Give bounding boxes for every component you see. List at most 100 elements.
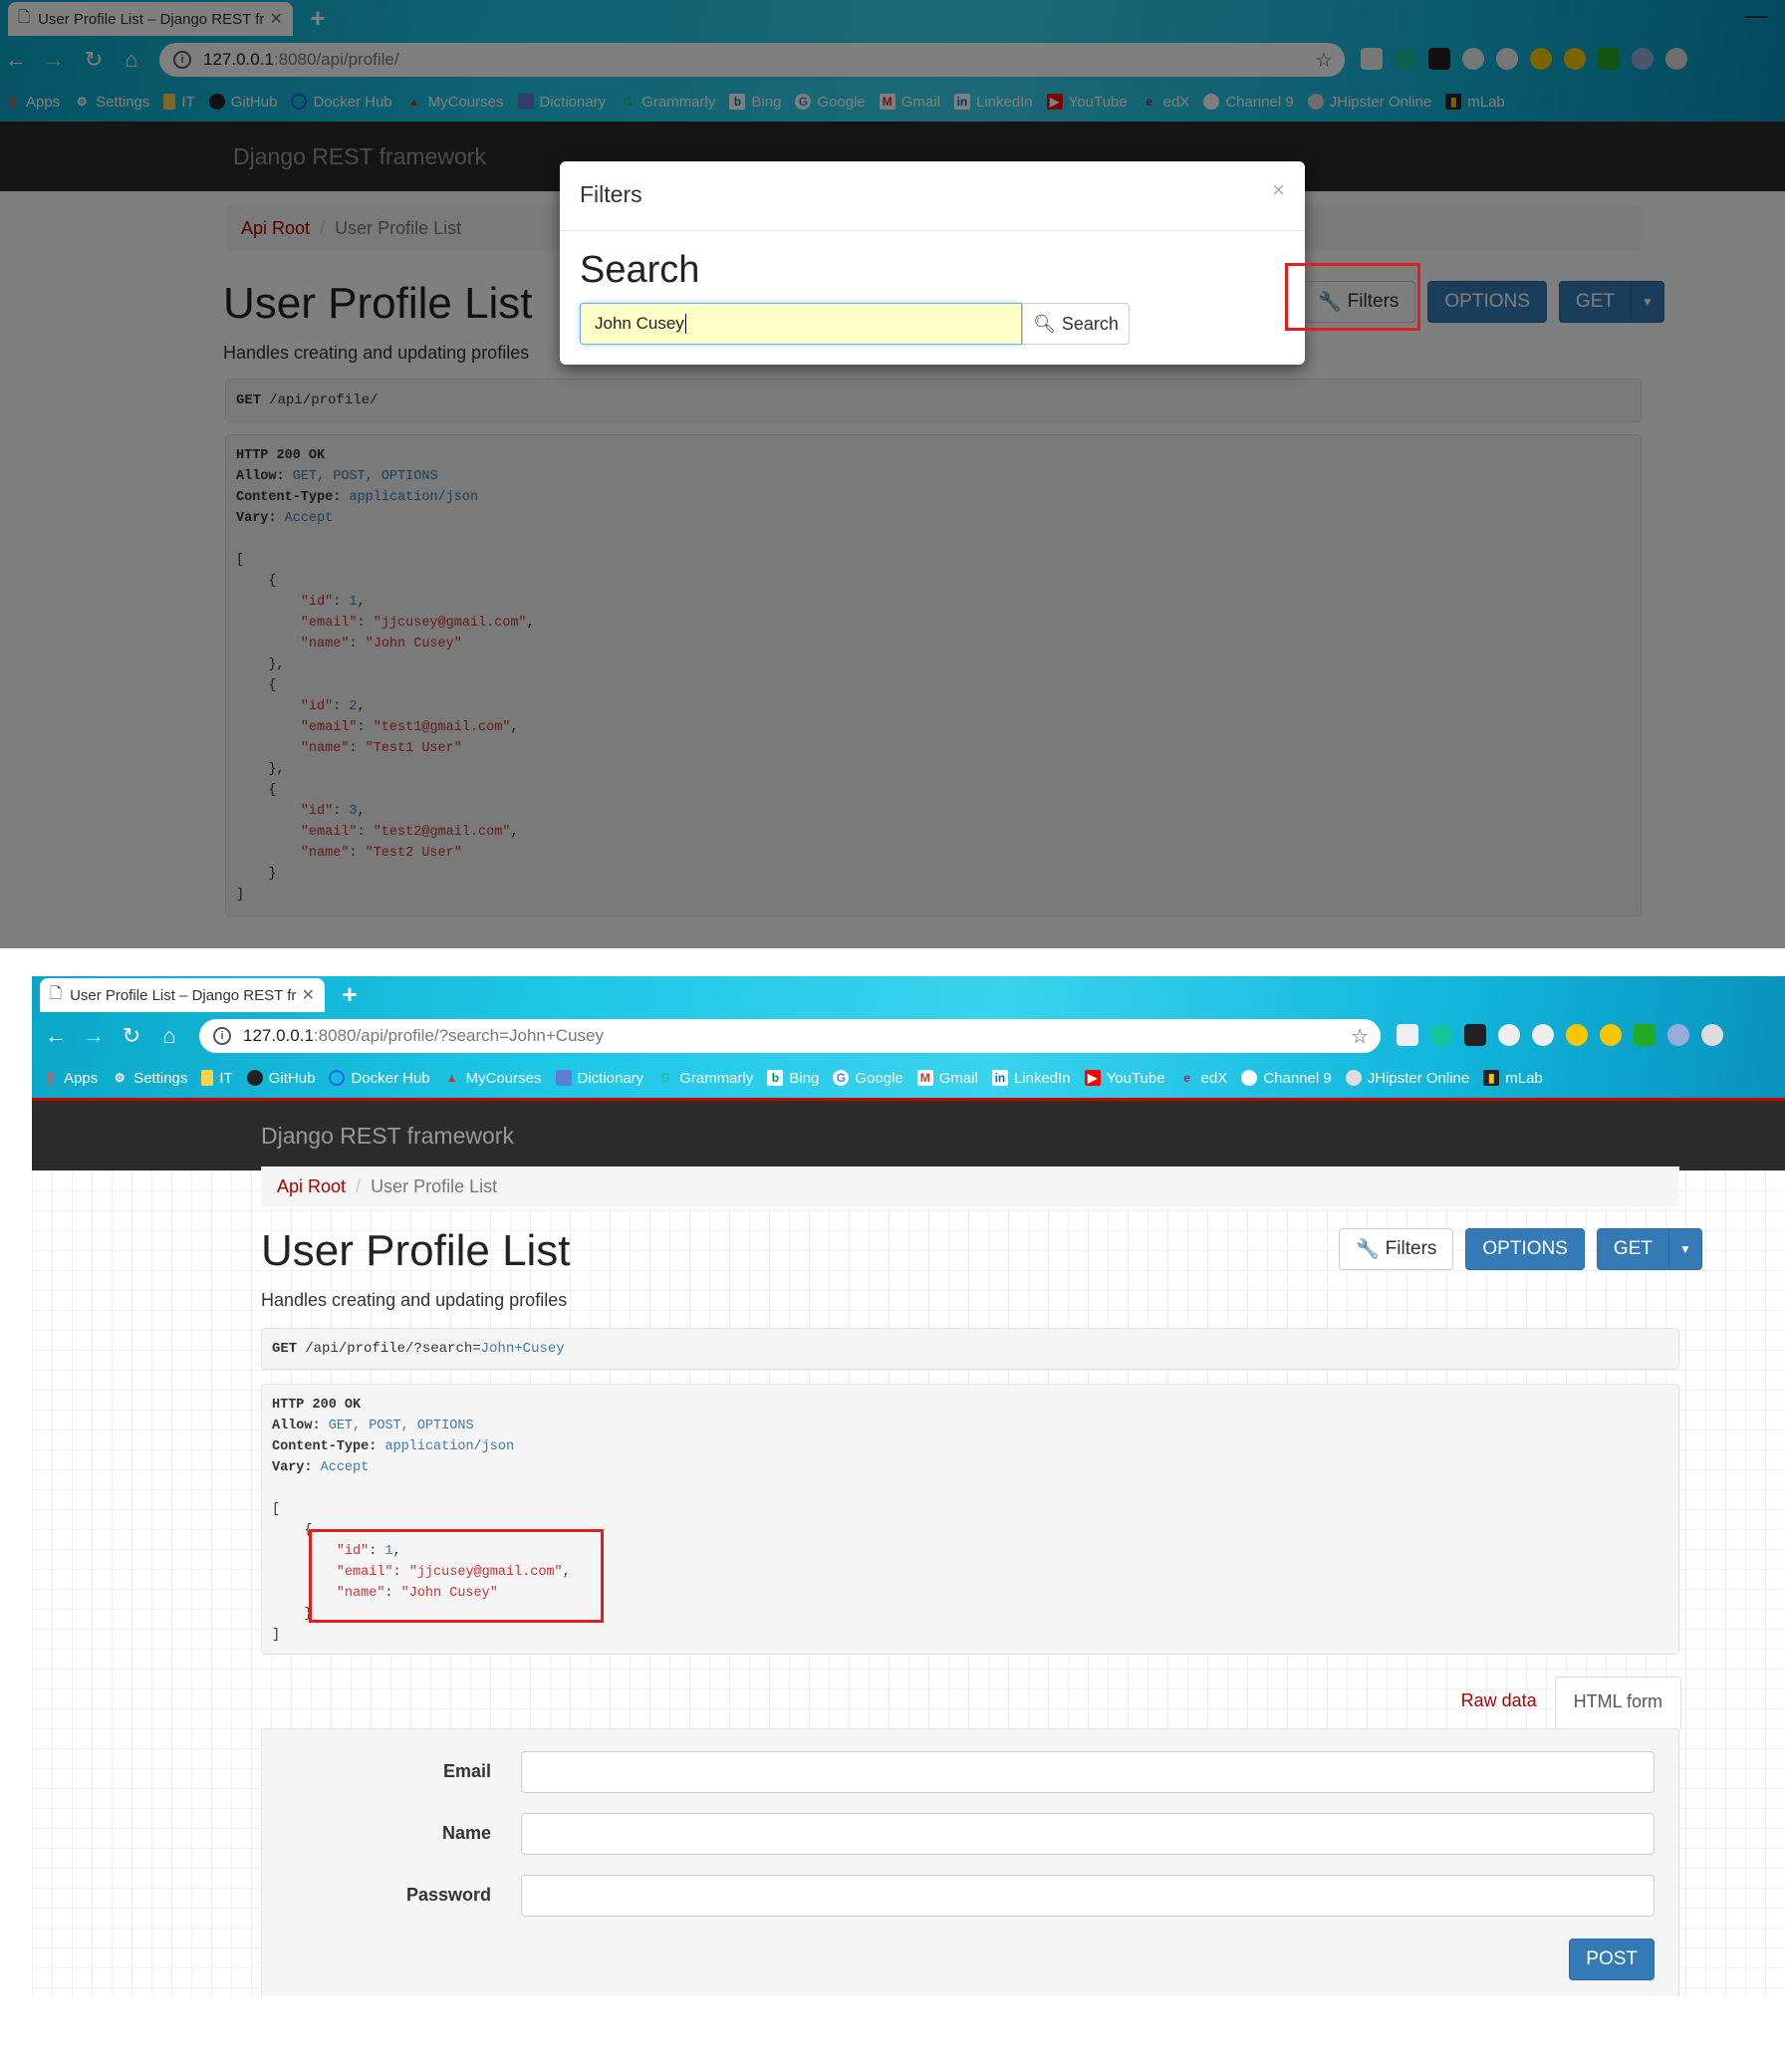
wrench-icon: 🔧 <box>1356 1239 1380 1260</box>
info-icon[interactable]: i <box>213 1027 231 1045</box>
search-button[interactable]: 🔍︎ Search <box>1022 303 1130 345</box>
bookmark-bing[interactable]: bBing <box>767 1070 819 1087</box>
get-button-group: GET▼ <box>1596 1228 1702 1270</box>
tab-strip: 🗋 User Profile List – Django REST fr ✕ + <box>32 976 1785 1012</box>
page-title: User Profile List <box>261 1226 571 1275</box>
navbar: Django REST framework <box>32 1101 1785 1170</box>
bookmark-mlab[interactable]: ▮mLab <box>1483 1070 1543 1087</box>
bookmark-github[interactable]: GitHub <box>246 1070 315 1087</box>
post-form: Email Name Password POST <box>261 1728 1679 1996</box>
caret-down-icon[interactable]: ▼ <box>1669 1242 1701 1256</box>
bookmark-channel-9[interactable]: Channel 9 <box>1241 1070 1332 1087</box>
folder-icon <box>201 1070 214 1086</box>
back-icon[interactable]: ← <box>42 1022 70 1050</box>
tab-html-form[interactable]: HTML form <box>1554 1677 1681 1728</box>
url-host: 127.0.0.1 <box>243 1026 314 1045</box>
gear-icon: ⚙ <box>114 1071 126 1085</box>
browser-chrome: 🗋 User Profile List – Django REST fr ✕ +… <box>32 976 1785 1098</box>
bookmark-dictionary[interactable]: Dictionary <box>555 1070 643 1087</box>
breadcrumb-root-link[interactable]: Api Root <box>277 1176 346 1197</box>
request-query: John+Cusey <box>480 1341 565 1357</box>
apps-grid-icon: ⣿ <box>45 1071 55 1085</box>
get-button[interactable]: GET <box>1598 1229 1669 1269</box>
page-description: Handles creating and updating profiles <box>261 1290 568 1310</box>
new-tab-button[interactable]: + <box>335 979 365 1009</box>
search-input-value: John Cusey <box>595 314 684 333</box>
extension-icon[interactable] <box>1566 1024 1588 1046</box>
response-status: HTTP 200 OK <box>272 1398 362 1413</box>
extension-icon[interactable] <box>1667 1024 1689 1046</box>
allow-value: GET, POST, OPTIONS <box>328 1419 474 1433</box>
extension-icon[interactable] <box>1532 1024 1554 1046</box>
mlab-icon: ▮ <box>1483 1070 1500 1086</box>
grammarly-icon[interactable] <box>1430 1024 1452 1046</box>
address-bar[interactable]: i 127.0.0.1:8080/api/profile/?search=Joh… <box>199 1019 1381 1053</box>
bookmarks-bar: ⣿Apps ⚙Settings IT GitHub Docker Hub ▲My… <box>32 1060 1785 1096</box>
screenshot-before: 🗋 User Profile List – Django REST fr ✕ +… <box>0 0 1785 948</box>
breadcrumb: Api Root / User Profile List <box>261 1166 1679 1206</box>
search-input[interactable]: John Cusey <box>580 303 1022 345</box>
bookmark-jhipster[interactable]: JHipster Online <box>1345 1070 1469 1087</box>
bookmark-grammarly[interactable]: GGrammarly <box>657 1070 754 1087</box>
docker-icon <box>329 1070 346 1086</box>
highlight-box-result <box>309 1529 604 1623</box>
browser-tab[interactable]: 🗋 User Profile List – Django REST fr ✕ <box>40 978 325 1012</box>
content-type-key: Content-Type: <box>272 1439 378 1454</box>
tab-raw-data[interactable]: Raw data <box>1443 1677 1555 1728</box>
post-button[interactable]: POST <box>1569 1939 1655 1980</box>
dictionary-icon <box>555 1070 572 1086</box>
youtube-icon: ▶ <box>1084 1070 1101 1086</box>
bookmark-settings[interactable]: ⚙Settings <box>112 1070 188 1087</box>
extension-icon[interactable] <box>1464 1024 1486 1046</box>
modal-header: Filters × <box>560 161 1305 231</box>
form-tabs: Raw data HTML form <box>1443 1677 1681 1728</box>
bookmark-gmail[interactable]: MGmail <box>916 1070 978 1087</box>
name-field[interactable] <box>521 1813 1655 1855</box>
filters-modal: Filters × Search John Cusey 🔍︎ Search <box>560 161 1305 365</box>
content-type-value: application/json <box>384 1439 515 1454</box>
extension-icons <box>1397 1024 1723 1046</box>
breadcrumb-current: User Profile List <box>371 1175 498 1196</box>
bookmark-edx[interactable]: eedX <box>1179 1070 1227 1087</box>
close-icon[interactable]: × <box>1272 177 1285 203</box>
bing-icon: b <box>767 1070 784 1086</box>
tab-title: User Profile List – Django REST fr <box>70 986 296 1004</box>
bookmark-google[interactable]: GGoogle <box>833 1070 903 1087</box>
filters-button[interactable]: 🔧Filters <box>1339 1228 1454 1270</box>
bookmark-youtube[interactable]: ▶YouTube <box>1084 1070 1165 1087</box>
bookmark-linkedin[interactable]: inLinkedIn <box>991 1070 1071 1087</box>
extension-icon[interactable] <box>1498 1024 1520 1046</box>
gmail-icon: M <box>916 1070 933 1086</box>
navbar-brand[interactable]: Django REST framework <box>261 1123 514 1150</box>
email-label: Email <box>442 1761 491 1781</box>
tab-close-icon[interactable]: ✕ <box>302 985 315 1005</box>
highlight-box-filters <box>1285 263 1420 331</box>
options-button[interactable]: OPTIONS <box>1465 1228 1585 1270</box>
forward-icon[interactable]: → <box>80 1022 108 1050</box>
extension-icon[interactable] <box>1600 1024 1622 1046</box>
screenshot-after: 🗋 User Profile List – Django REST fr ✕ +… <box>32 976 1785 1996</box>
email-field[interactable] <box>521 1751 1655 1793</box>
extension-icon[interactable] <box>1634 1024 1656 1046</box>
modal-title: Filters <box>580 181 642 207</box>
search-heading: Search <box>580 249 700 291</box>
bookmark-docker-hub[interactable]: Docker Hub <box>329 1070 430 1087</box>
request-method: GET <box>272 1341 298 1357</box>
home-icon[interactable]: ⌂ <box>155 1022 183 1050</box>
extension-icon[interactable] <box>1397 1024 1418 1046</box>
password-field[interactable] <box>521 1875 1655 1917</box>
search-icon: 🔍︎ <box>1033 313 1056 334</box>
bookmark-it[interactable]: IT <box>201 1070 233 1087</box>
github-icon <box>246 1070 263 1086</box>
text-cursor <box>684 314 686 334</box>
linkedin-icon: in <box>991 1070 1008 1086</box>
bookmark-apps[interactable]: ⣿Apps <box>42 1070 99 1087</box>
bookmark-mycourses[interactable]: ▲MyCourses <box>444 1070 542 1087</box>
reload-icon[interactable]: ↻ <box>118 1022 145 1050</box>
drf-page: Django REST framework Api Root / User Pr… <box>32 1098 1785 1996</box>
vary-value: Accept <box>320 1460 370 1475</box>
edx-icon: e <box>1183 1071 1190 1085</box>
bookmark-star-icon[interactable]: ☆ <box>1351 1024 1369 1049</box>
extension-icon[interactable] <box>1701 1024 1723 1046</box>
modal-backdrop[interactable] <box>0 0 1785 948</box>
